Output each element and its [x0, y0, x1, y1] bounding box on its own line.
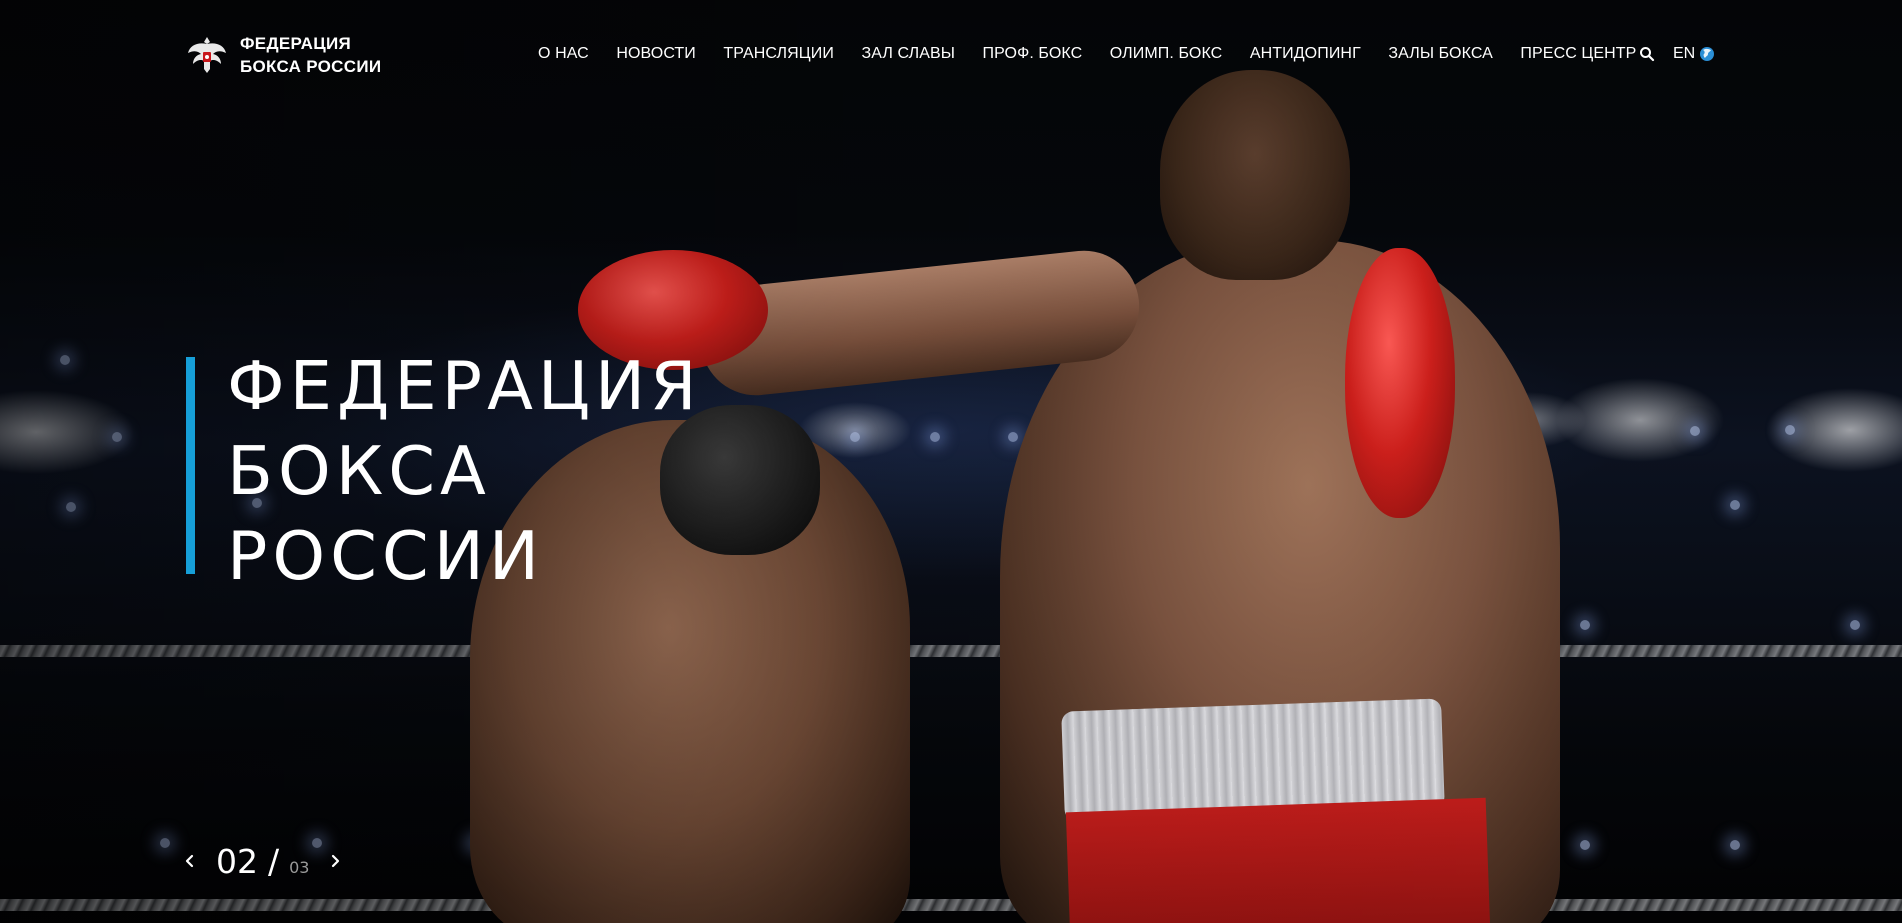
hero-title-line-1: ФЕДЕРАЦИЯ — [227, 347, 702, 425]
slide-separator: / — [268, 842, 280, 881]
nav-item-pro-boxing[interactable]: ПРОФ. БОКС — [983, 44, 1083, 64]
nav-item-hall-of-fame[interactable]: ЗАЛ СЛАВЫ — [861, 44, 955, 64]
logo-line-1: ФЕДЕРАЦИЯ — [240, 34, 351, 53]
nav-item-antidoping[interactable]: АНТИДОПИНГ — [1250, 44, 1361, 64]
nav-item-boxing-gyms[interactable]: ЗАЛЫ БОКСА — [1388, 44, 1493, 64]
nav-item-news[interactable]: НОВОСТИ — [616, 44, 696, 64]
main-nav: О НАС НОВОСТИ ТРАНСЛЯЦИИ ЗАЛ СЛАВЫ ПРОФ.… — [538, 44, 1664, 64]
language-switch[interactable]: EN — [1673, 44, 1715, 64]
language-label: EN — [1673, 45, 1696, 62]
hero-section: ФЕДЕРАЦИЯ БОКСА РОССИИ О НАС НОВОСТИ ТРА… — [0, 0, 1902, 923]
site-header: ФЕДЕРАЦИЯ БОКСА РОССИИ О НАС НОВОСТИ ТРА… — [0, 0, 1902, 108]
nav-item-broadcasts[interactable]: ТРАНСЛЯЦИИ — [723, 44, 834, 64]
hero-title-line-2: БОКСА — [227, 432, 491, 510]
logo-text: ФЕДЕРАЦИЯ БОКСА РОССИИ — [240, 32, 381, 78]
nav-item-press-center[interactable]: ПРЕСС ЦЕНТР — [1520, 44, 1636, 64]
slide-current: 02 — [216, 842, 258, 881]
eagle-emblem-icon — [188, 37, 226, 73]
nav-item-about[interactable]: О НАС — [538, 44, 589, 64]
chevron-left-icon[interactable] — [182, 853, 198, 869]
title-accent-bar — [186, 357, 195, 574]
site-logo[interactable]: ФЕДЕРАЦИЯ БОКСА РОССИИ — [186, 32, 381, 78]
hero-title: ФЕДЕРАЦИЯ БОКСА РОССИИ — [227, 344, 787, 599]
search-icon[interactable] — [1638, 45, 1656, 63]
nav-item-olympic-boxing[interactable]: ОЛИМП. БОКС — [1110, 44, 1223, 64]
chevron-right-icon[interactable] — [327, 853, 343, 869]
hero-title-line-3: РОССИИ — [227, 517, 544, 595]
globe-icon — [1700, 47, 1715, 61]
slide-total: 03 — [289, 858, 310, 877]
logo-line-2: БОКСА РОССИИ — [240, 57, 382, 76]
slider-pagination: 02 / 03 — [182, 842, 343, 882]
